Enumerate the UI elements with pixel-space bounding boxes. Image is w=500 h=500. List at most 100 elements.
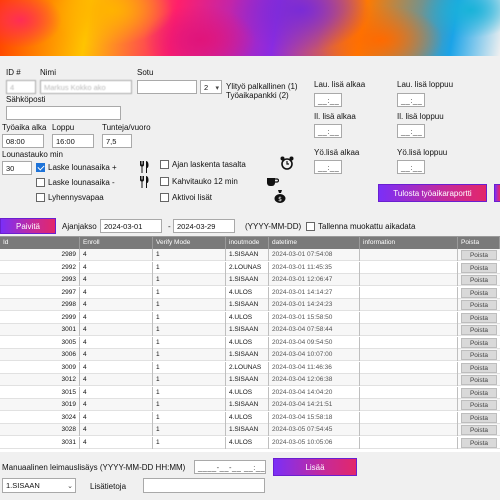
- cell-inoutmode[interactable]: 1.SISAAN: [226, 399, 269, 411]
- cell-inoutmode[interactable]: 4.ULOS: [226, 386, 269, 399]
- night-end-field[interactable]: __:__: [397, 160, 425, 174]
- cell-enroll[interactable]: 4: [80, 424, 153, 436]
- cell-information[interactable]: [360, 374, 458, 386]
- cell-datetime[interactable]: 2024-03-05 10:05:06: [269, 436, 360, 449]
- cell-datetime[interactable]: 2024-03-05 07:54:45: [269, 424, 360, 436]
- cell-id[interactable]: 2999: [0, 311, 80, 324]
- column-header-enroll[interactable]: Enroll: [80, 237, 153, 249]
- cell-id[interactable]: 3001: [0, 324, 80, 336]
- eve-start-field[interactable]: __:__: [314, 124, 342, 138]
- cell-enroll[interactable]: 4: [80, 274, 153, 286]
- cell-inoutmode[interactable]: 2.LOUNAS: [226, 361, 269, 374]
- table-row[interactable]: 3031 4 1 4.ULOS 2024-03-05 10:05:06 Poista: [0, 436, 500, 449]
- shortened-leave-checkbox[interactable]: [36, 193, 45, 202]
- cell-information[interactable]: [360, 324, 458, 336]
- cell-enroll[interactable]: 4: [80, 324, 153, 336]
- delete-row-button[interactable]: Poista: [461, 437, 497, 448]
- cell-enroll[interactable]: 4: [80, 361, 153, 374]
- cell-verify-mode[interactable]: 1: [153, 436, 226, 449]
- lunch-minutes-field[interactable]: 30: [2, 161, 32, 175]
- print-report-button[interactable]: Tulosta työaikaraportti: [378, 184, 487, 202]
- cell-enroll[interactable]: 4: [80, 399, 153, 411]
- delete-row-button[interactable]: Poista: [461, 375, 497, 385]
- table-row[interactable]: 3015 4 1 4.ULOS 2024-03-04 14:04:20 Poista: [0, 386, 500, 399]
- cell-enroll[interactable]: 4: [80, 386, 153, 399]
- cell-id[interactable]: 3028: [0, 424, 80, 436]
- cell-information[interactable]: [360, 274, 458, 286]
- cell-id[interactable]: 2998: [0, 299, 80, 311]
- cell-verify-mode[interactable]: 1: [153, 324, 226, 336]
- cell-id[interactable]: 2997: [0, 286, 80, 299]
- cell-verify-mode[interactable]: 1: [153, 374, 226, 386]
- cell-enroll[interactable]: 4: [80, 249, 153, 261]
- overtime-select[interactable]: 2 ▾: [200, 80, 222, 94]
- column-header-delete[interactable]: Poista: [458, 237, 500, 249]
- delete-row-button[interactable]: Poista: [461, 425, 497, 435]
- delete-row-button[interactable]: Poista: [461, 387, 497, 398]
- column-header-information[interactable]: information: [360, 237, 458, 249]
- lunch-minus-checkbox[interactable]: [36, 178, 45, 187]
- sat-end-field[interactable]: __:__: [397, 93, 425, 107]
- cell-verify-mode[interactable]: 1: [153, 349, 226, 361]
- delete-row-button[interactable]: Poista: [461, 362, 497, 373]
- table-row[interactable]: 3005 4 1 4.ULOS 2024-03-04 09:54:50 Poista: [0, 336, 500, 349]
- period-to-field[interactable]: 2024-03-29: [173, 219, 235, 233]
- secondary-button[interactable]: [494, 184, 500, 202]
- cell-verify-mode[interactable]: 1: [153, 411, 226, 424]
- cell-information[interactable]: [360, 436, 458, 449]
- cell-datetime[interactable]: 2024-03-01 14:24:23: [269, 299, 360, 311]
- cell-inoutmode[interactable]: 4.ULOS: [226, 286, 269, 299]
- table-row[interactable]: 3019 4 1 1.SISAAN 2024-03-04 14:21:51 Poista: [0, 399, 500, 411]
- cell-datetime[interactable]: 2024-03-04 07:58:44: [269, 324, 360, 336]
- cell-information[interactable]: [360, 286, 458, 299]
- column-header-datetime[interactable]: datetime: [269, 237, 360, 249]
- cell-verify-mode[interactable]: 1: [153, 424, 226, 436]
- table-row[interactable]: 2993 4 1 1.SISAAN 2024-03-01 12:06:47 Poista: [0, 274, 500, 286]
- coffee-break-checkbox[interactable]: [160, 177, 169, 186]
- delete-row-button[interactable]: Poista: [461, 350, 497, 360]
- cell-verify-mode[interactable]: 1: [153, 311, 226, 324]
- cell-datetime[interactable]: 2024-03-01 14:14:27: [269, 286, 360, 299]
- cell-datetime[interactable]: 2024-03-04 09:54:50: [269, 336, 360, 349]
- delete-row-button[interactable]: Poista: [461, 300, 497, 310]
- table-row[interactable]: 3024 4 1 4.ULOS 2024-03-04 15:58:18 Poista: [0, 411, 500, 424]
- cell-datetime[interactable]: 2024-03-04 14:04:20: [269, 386, 360, 399]
- cell-enroll[interactable]: 4: [80, 299, 153, 311]
- cell-inoutmode[interactable]: 4.ULOS: [226, 411, 269, 424]
- extra-info-field[interactable]: [143, 478, 265, 493]
- cell-inoutmode[interactable]: 1.SISAAN: [226, 349, 269, 361]
- cell-verify-mode[interactable]: 1: [153, 386, 226, 399]
- cell-enroll[interactable]: 4: [80, 311, 153, 324]
- delete-row-button[interactable]: Poista: [461, 262, 497, 273]
- cell-enroll[interactable]: 4: [80, 261, 153, 274]
- table-row[interactable]: 2997 4 1 4.ULOS 2024-03-01 14:14:27 Poista: [0, 286, 500, 299]
- delete-row-button[interactable]: Poista: [461, 400, 497, 410]
- delete-row-button[interactable]: Poista: [461, 412, 497, 423]
- cell-id[interactable]: 3024: [0, 411, 80, 424]
- refresh-button[interactable]: Paivitä: [0, 218, 56, 234]
- cell-information[interactable]: [360, 311, 458, 324]
- cell-information[interactable]: [360, 411, 458, 424]
- inout-mode-select[interactable]: 1.SISAAN ⌄: [2, 478, 76, 493]
- cell-id[interactable]: 3005: [0, 336, 80, 349]
- cell-verify-mode[interactable]: 1: [153, 299, 226, 311]
- cell-datetime[interactable]: 2024-03-01 07:54:08: [269, 249, 360, 261]
- table-row[interactable]: 2989 4 1 1.SISAAN 2024-03-01 07:54:08 Poista: [0, 249, 500, 261]
- delete-row-button[interactable]: Poista: [461, 337, 497, 348]
- cell-inoutmode[interactable]: 2.LOUNAS: [226, 261, 269, 274]
- cell-information[interactable]: [360, 361, 458, 374]
- cell-id[interactable]: 3015: [0, 386, 80, 399]
- cell-datetime[interactable]: 2024-03-04 15:58:18: [269, 411, 360, 424]
- sotu-field[interactable]: [137, 80, 197, 94]
- cell-datetime[interactable]: 2024-03-04 11:46:36: [269, 361, 360, 374]
- cell-information[interactable]: [360, 299, 458, 311]
- table-row[interactable]: 3028 4 1 1.SISAAN 2024-03-05 07:54:45 Poista: [0, 424, 500, 436]
- cell-inoutmode[interactable]: 1.SISAAN: [226, 274, 269, 286]
- cell-information[interactable]: [360, 336, 458, 349]
- cell-information[interactable]: [360, 424, 458, 436]
- delete-row-button[interactable]: Poista: [461, 312, 497, 323]
- manual-datetime-field[interactable]: ____-__-__ __:__: [194, 460, 266, 474]
- id-field[interactable]: 4: [6, 80, 36, 94]
- lunch-plus-checkbox[interactable]: [36, 163, 45, 172]
- cell-enroll[interactable]: 4: [80, 349, 153, 361]
